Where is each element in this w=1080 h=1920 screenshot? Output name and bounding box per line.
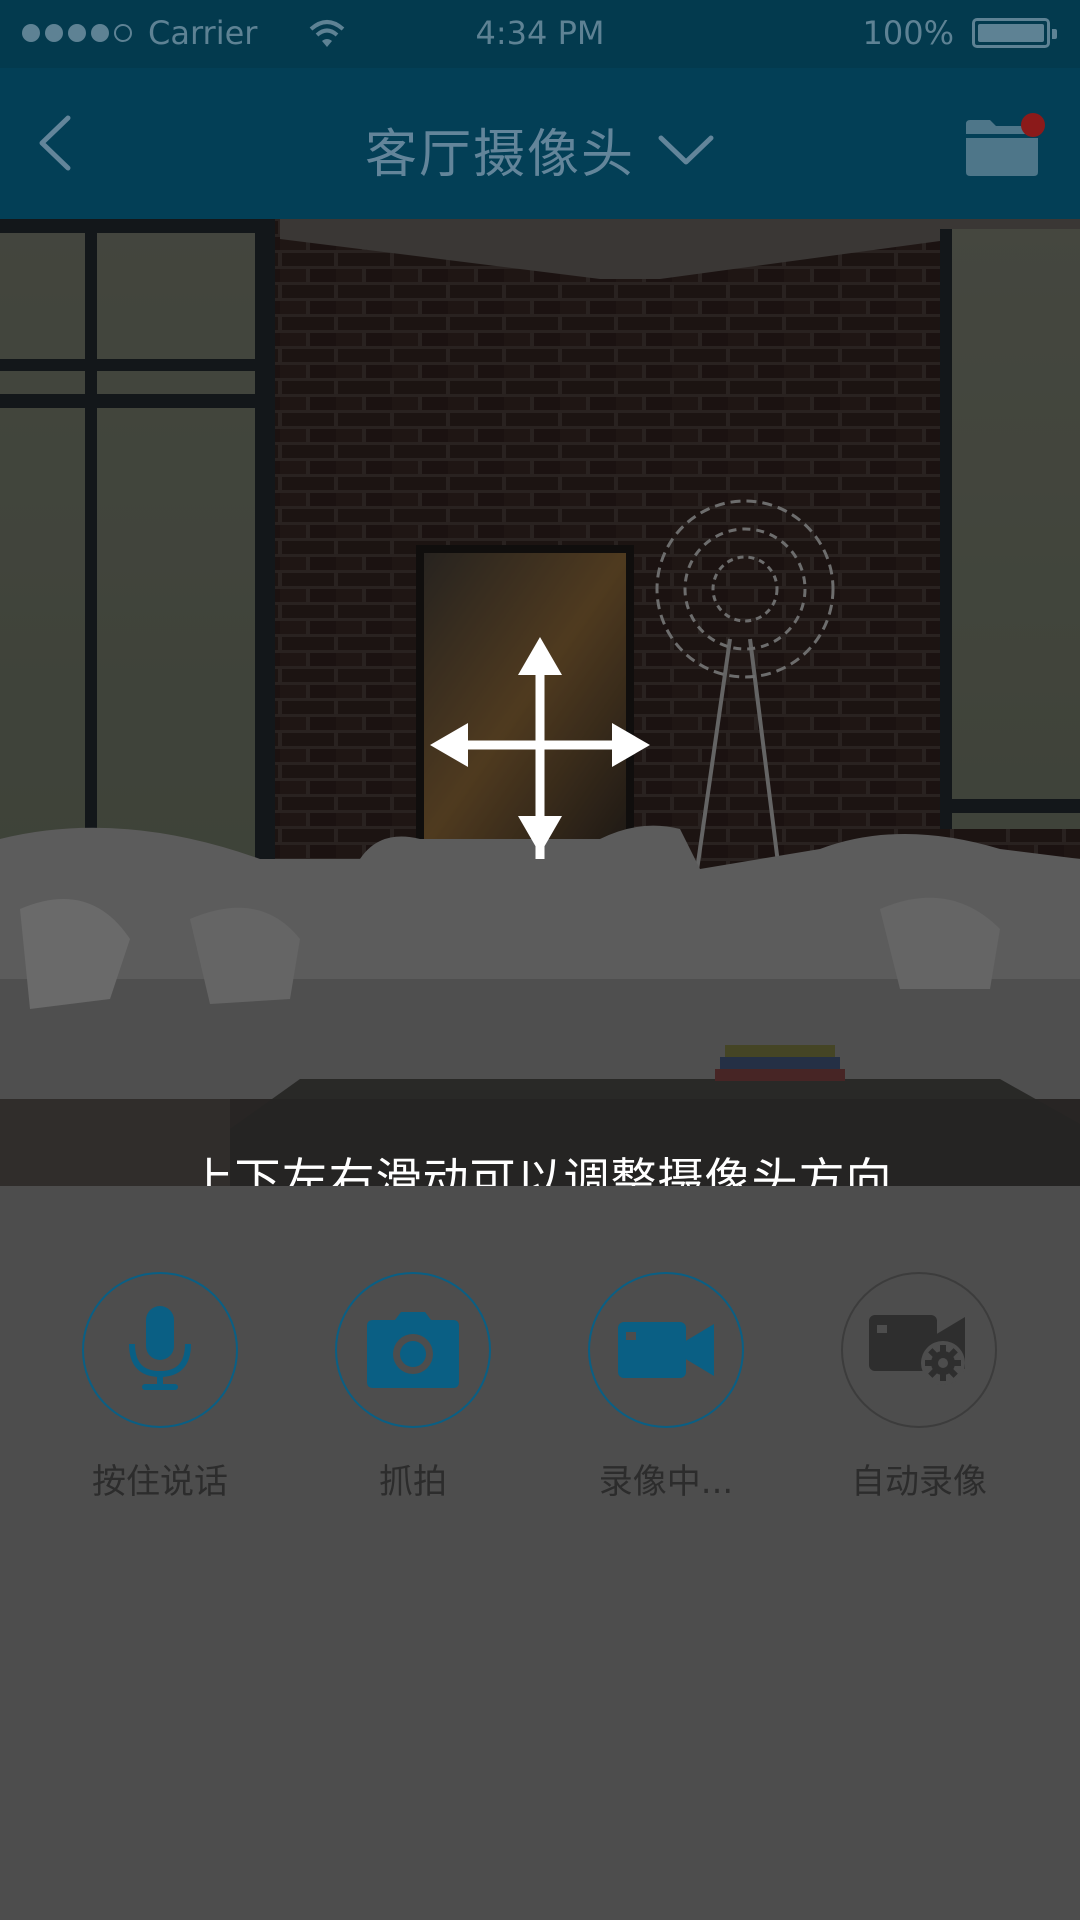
control-panel: 按住说话 抓拍 录像中... 自动录像 (0, 1186, 1080, 1920)
snapshot-label: 抓拍 (379, 1462, 447, 1502)
folder-icon (966, 113, 1045, 176)
nav-bar: 客厅摄像头 (0, 68, 1080, 219)
camera-icon (367, 1312, 459, 1388)
camera-selector[interactable]: 客厅摄像头 (0, 112, 1080, 187)
notification-dot (1021, 113, 1045, 137)
talk-label: 按住说话 (92, 1462, 228, 1502)
snapshot-button[interactable]: 抓拍 (313, 1272, 513, 1503)
chevron-down-icon (658, 135, 714, 164)
direction-hint-text: 上下左右滑动可以调整摄像头方向 (187, 1153, 893, 1186)
folder-button[interactable] (962, 112, 1050, 182)
living-room-scene (0, 219, 1080, 1186)
auto-record-label: 自动录像 (851, 1462, 987, 1502)
microphone-icon (129, 1306, 191, 1390)
camera-video-feed[interactable]: 上下左右滑动可以调整摄像头方向 (0, 219, 1080, 1186)
battery-icon (972, 18, 1057, 48)
page-title: 客厅摄像头 (364, 125, 635, 185)
video-settings-icon (869, 1315, 965, 1385)
battery-percentage: 100% (862, 14, 954, 52)
video-camera-icon (618, 1322, 714, 1378)
auto-record-button[interactable]: 自动录像 (819, 1272, 1019, 1503)
status-bar: Carrier 4:34 PM 100% (0, 0, 1080, 68)
recording-label: 录像中... (598, 1462, 734, 1502)
talk-button[interactable]: 按住说话 (60, 1272, 260, 1503)
record-button[interactable]: 录像中... (566, 1272, 766, 1503)
